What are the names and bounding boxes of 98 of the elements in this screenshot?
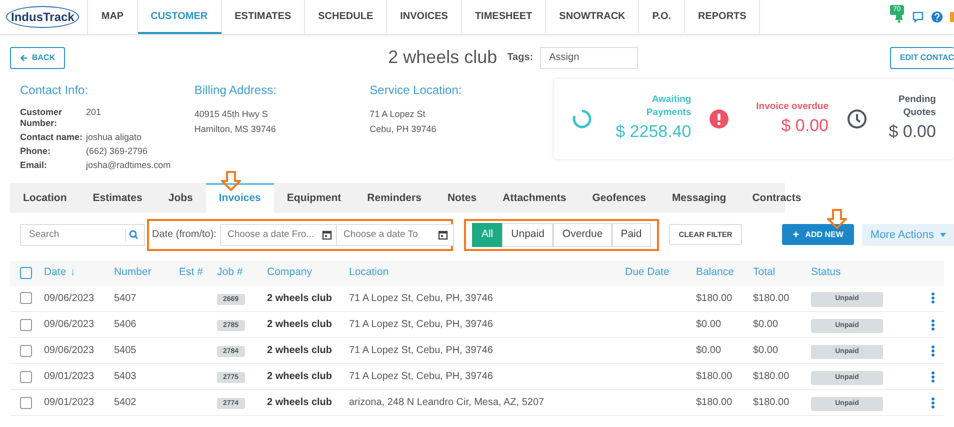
tab[interactable]: Equipment <box>274 183 354 213</box>
table-cell: 09/01/2023 <box>44 397 94 408</box>
more-options-icon[interactable] <box>931 344 935 357</box>
page-title: 2 wheels club <box>388 46 498 69</box>
more-options-icon[interactable] <box>931 318 935 331</box>
table-cell: $0.00 <box>696 319 722 330</box>
search-field[interactable]: Search <box>20 224 145 246</box>
stat-label: Pending Quotes <box>897 93 936 120</box>
field-label: Email: <box>20 160 48 171</box>
stat-amount: $ 0.00 <box>780 114 829 137</box>
row-checkbox[interactable] <box>20 370 32 383</box>
table-cell: 2 wheels club <box>267 345 332 356</box>
nav-item[interactable]: ESTIMATES <box>222 0 306 34</box>
stat-label: Invoice overdue <box>756 100 829 113</box>
nav-item[interactable]: TIMESHEET <box>462 0 546 34</box>
tab[interactable]: Location <box>10 183 80 213</box>
table-cell: 09/06/2023 <box>44 345 94 356</box>
arrow-left-icon <box>20 54 28 62</box>
nav-item[interactable]: SCHEDULE <box>305 0 388 34</box>
table-cell: $0.00 <box>753 345 778 356</box>
tab[interactable]: Estimates <box>80 183 156 213</box>
select-all-checkbox[interactable] <box>20 266 32 279</box>
address-line: 71 A Lopez St <box>370 108 426 121</box>
logo[interactable]: IndusTrack <box>6 6 80 28</box>
field-label: Phone: <box>20 146 52 157</box>
add-new-button[interactable]: + ADD NEW <box>782 224 854 246</box>
nav-item[interactable]: MAP <box>88 0 138 34</box>
table-cell: 09/06/2023 <box>44 293 94 304</box>
filter-button[interactable]: Paid <box>612 222 651 247</box>
table-cell: 5406 <box>114 319 136 330</box>
more-options-icon[interactable] <box>931 396 935 409</box>
table-cell: 71 A Lopez St, Cebu, PH, 39746 <box>349 345 493 356</box>
field-value: (662) 369-2796 <box>86 146 148 157</box>
row-checkbox[interactable] <box>20 292 32 304</box>
row-checkbox[interactable] <box>20 344 32 357</box>
table-cell: $180.00 <box>753 293 790 304</box>
tags-label: Tags: <box>507 51 534 65</box>
row-checkbox[interactable] <box>20 396 32 409</box>
caret-icon <box>940 232 946 237</box>
table-cell: 71 A Lopez St, Cebu, PH, 39746 <box>349 293 493 304</box>
table-cell: $0.00 <box>696 345 722 356</box>
table-cell: 5403 <box>114 371 136 382</box>
nav-item[interactable]: SNOWTRACK <box>546 0 640 34</box>
field-value: 201 <box>86 107 102 119</box>
date-field[interactable]: Choose a date Fro... <box>220 224 338 246</box>
table-cell: 09/06/2023 <box>44 319 94 330</box>
section-heading: Service Location: <box>370 82 463 99</box>
table-cell: 5405 <box>114 345 136 356</box>
filter-button[interactable]: Overdue <box>553 222 612 247</box>
tab[interactable]: Notes <box>434 183 490 213</box>
down-arrow-icon <box>221 171 241 191</box>
table-cell: 2 wheels club <box>267 397 332 408</box>
table-cell: $180.00 <box>696 371 732 382</box>
tags-field[interactable]: Assign <box>540 46 638 68</box>
field-value: joshua aligato <box>86 132 142 143</box>
tab[interactable]: Reminders <box>354 183 434 213</box>
section-heading: Contact Info: <box>20 82 90 99</box>
stat-amount: $ 2258.40 <box>614 121 692 144</box>
table-cell: 2 wheels club <box>267 319 332 330</box>
help-icon[interactable] <box>931 11 943 23</box>
table-cell: arizona, 248 N Leandro Cir, Mesa, AZ, 5207 <box>349 397 544 408</box>
stat-label: Awaiting Payments <box>645 93 692 120</box>
address-line: Hamilton, MS 39746 <box>194 123 277 136</box>
field-label: Customer Number: <box>20 107 64 129</box>
table-cell: $180.00 <box>696 293 732 304</box>
tab[interactable]: Attachments <box>490 183 580 213</box>
section-heading: Billing Address: <box>194 82 278 99</box>
tab[interactable]: Geofences <box>579 183 659 213</box>
nav-item[interactable]: P.O. <box>639 0 685 34</box>
table-cell: $180.00 <box>753 397 790 408</box>
nav-item[interactable]: REPORTS <box>685 0 760 34</box>
address-line: 40915 45th Hwy S <box>194 108 269 121</box>
table-cell: $0.00 <box>753 319 778 330</box>
field-value: josha@radtimes.com <box>86 160 171 171</box>
date-field[interactable]: Choose a date To <box>336 224 454 246</box>
down-arrow-icon <box>827 209 847 229</box>
date-label: Date (from/to): <box>152 228 216 242</box>
row-checkbox[interactable] <box>20 318 32 331</box>
chat-icon[interactable] <box>912 11 924 23</box>
table-cell: $180.00 <box>696 397 732 408</box>
more-options-icon[interactable] <box>931 370 935 383</box>
more-options-icon[interactable] <box>931 292 935 304</box>
field-label: Contact name: <box>20 132 84 143</box>
nav-item[interactable]: INVOICES <box>387 0 462 34</box>
table-cell: 5407 <box>114 293 136 304</box>
table-cell: 2 wheels club <box>267 371 332 382</box>
table-cell: 09/01/2023 <box>44 371 94 382</box>
table-cell: 71 A Lopez St, Cebu, PH, 39746 <box>349 371 493 382</box>
table-cell: 5402 <box>114 397 136 408</box>
filter-button[interactable]: Unpaid <box>502 222 554 247</box>
tab[interactable]: Messaging <box>658 183 740 213</box>
tab[interactable]: Jobs <box>155 183 206 213</box>
address-line: Cebu, PH 39746 <box>370 123 438 136</box>
stat-amount: $ 0.00 <box>888 121 936 144</box>
table-cell: $180.00 <box>753 371 790 382</box>
tab[interactable]: Contracts <box>739 183 814 213</box>
table-cell: 71 A Lopez St, Cebu, PH, 39746 <box>349 319 493 330</box>
table-cell: 2 wheels club <box>267 293 332 304</box>
